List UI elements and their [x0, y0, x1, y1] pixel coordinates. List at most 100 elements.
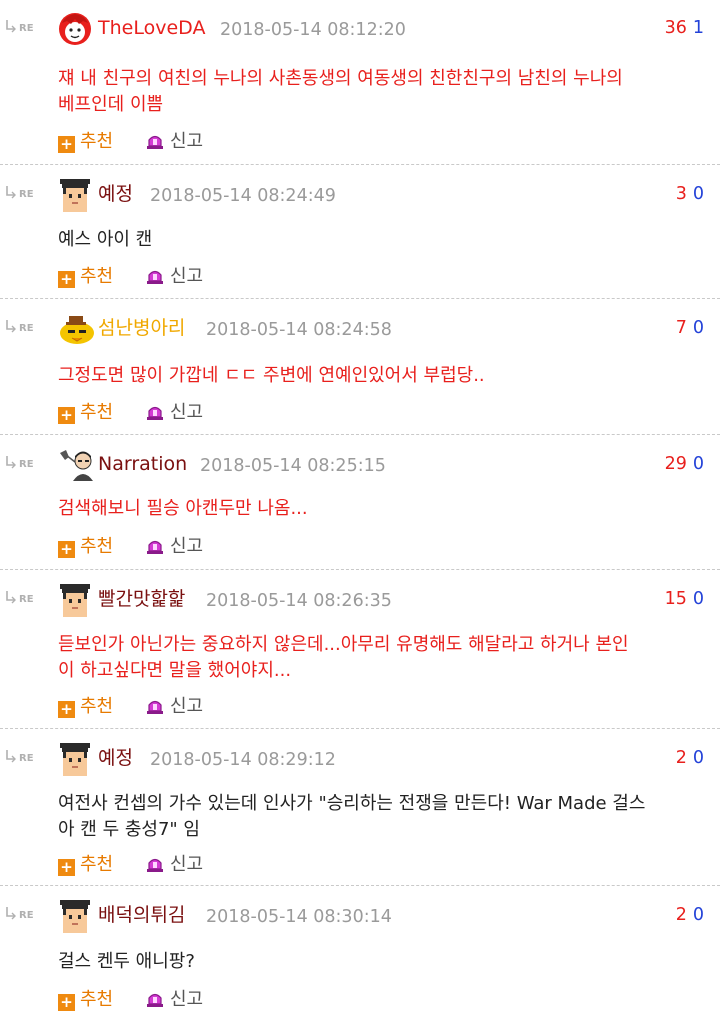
comment-body: 그정도면 많이 가깝네 ㄷㄷ 주변에 연예인있어서 부럽당..	[58, 365, 485, 386]
vote-score: 30	[676, 181, 704, 207]
plus-icon: +	[58, 994, 75, 1011]
report-label: 신고	[170, 536, 204, 557]
report-label: 신고	[170, 131, 204, 152]
report-button[interactable]: 신고	[146, 130, 203, 154]
report-label: 신고	[170, 402, 204, 423]
upvote-count: 2	[675, 748, 687, 768]
comment-item: RE Narration 2018-05-14 08:25:15 29 0 검색해…	[0, 436, 720, 570]
siren-icon	[146, 855, 164, 873]
downvote-count: 0	[692, 589, 704, 609]
comment-body: 쟤 내 친구의 여친의 누나의 사촌동생의 여동생의 친한친구의 남친의 누나의…	[58, 68, 623, 115]
siren-icon	[146, 267, 164, 285]
reply-arrow-icon: RE	[5, 318, 39, 334]
recommend-button[interactable]: + 추천	[58, 130, 113, 154]
comment-date: 2018-05-14 08:24:58	[206, 320, 392, 340]
recommend-label: 추천	[80, 402, 114, 423]
comment-author[interactable]: 예정	[98, 181, 133, 207]
report-button[interactable]: 신고	[146, 853, 203, 877]
siren-icon	[146, 132, 164, 150]
comment-body: 듣보인가 아닌가는 중요하지 않은데...아무리 유명해도 해달라고 하거나 본…	[58, 634, 629, 681]
comment-list: RE TheLoveDA 2018-05-14 08:12:20 36 1 쟤 내…	[0, 0, 720, 1017]
reply-arrow-icon: RE	[5, 589, 39, 605]
recommend-label: 추천	[80, 989, 114, 1010]
siren-icon	[146, 990, 164, 1008]
recommend-label: 추천	[80, 854, 114, 875]
svg-text:RE: RE	[19, 459, 34, 469]
comment-item: RE 예정 2018-05-14 08:29:12 20 여전사 컨셉의 가수 …	[0, 730, 720, 886]
avatar-icon[interactable]	[57, 582, 93, 618]
upvote-count: 29	[664, 454, 687, 474]
avatar-icon[interactable]	[57, 311, 94, 347]
reply-arrow-icon: RE	[5, 184, 39, 200]
report-label: 신고	[170, 854, 204, 875]
svg-text:RE: RE	[19, 753, 34, 763]
reply-arrow-icon: RE	[5, 18, 39, 34]
comment-item: RE 빨간맛핥핥 2018-05-14 08:26:35 15 0 듣보인가 아닌…	[0, 571, 720, 729]
comment-author[interactable]: 섬난병아리	[98, 315, 185, 341]
plus-icon: +	[58, 701, 75, 718]
recommend-label: 추천	[80, 131, 114, 152]
report-button[interactable]: 신고	[146, 695, 203, 719]
comment-body: 검색해보니 필승 아캔두만 나옴...	[58, 498, 308, 519]
comment-date: 2018-05-14 08:26:35	[206, 591, 392, 611]
vote-score: 20	[676, 745, 704, 771]
vote-score: 15 0	[665, 586, 704, 612]
downvote-count: 1	[692, 18, 704, 38]
siren-icon	[146, 697, 164, 715]
recommend-button[interactable]: + 추천	[58, 988, 113, 1012]
recommend-button[interactable]: + 추천	[58, 265, 113, 289]
comment-author[interactable]: 배덕의튀김	[98, 902, 185, 928]
reply-arrow-icon: RE	[5, 905, 39, 921]
upvote-count: 3	[675, 184, 687, 204]
downvote-count: 0	[692, 905, 704, 925]
comment-author[interactable]: 예정	[98, 745, 133, 771]
report-button[interactable]: 신고	[146, 535, 203, 559]
plus-icon: +	[58, 407, 75, 424]
comment-body: 걸스 켄두 애니팡?	[58, 951, 195, 972]
comment-date: 2018-05-14 08:24:49	[150, 186, 336, 206]
vote-score: 70	[676, 315, 704, 341]
reply-arrow-icon: RE	[5, 454, 39, 470]
vote-score: 29 0	[665, 451, 704, 477]
upvote-count: 2	[675, 905, 687, 925]
avatar-icon[interactable]	[57, 11, 93, 47]
siren-icon	[146, 537, 164, 555]
comment-body: 예스 아이 캔	[58, 229, 153, 250]
comment-date: 2018-05-14 08:12:20	[220, 20, 406, 40]
report-label: 신고	[170, 266, 204, 287]
report-label: 신고	[170, 696, 204, 717]
recommend-label: 추천	[80, 696, 114, 717]
downvote-count: 0	[692, 454, 704, 474]
avatar-icon[interactable]	[57, 177, 93, 213]
vote-score: 36 1	[665, 15, 704, 41]
recommend-label: 추천	[80, 266, 114, 287]
comment-item: RE TheLoveDA 2018-05-14 08:12:20 36 1 쟤 내…	[0, 0, 720, 165]
comment-date: 2018-05-14 08:29:12	[150, 750, 336, 770]
siren-icon	[146, 403, 164, 421]
vote-score: 20	[676, 902, 704, 928]
plus-icon: +	[58, 859, 75, 876]
report-button[interactable]: 신고	[146, 265, 203, 289]
recommend-button[interactable]: + 추천	[58, 695, 113, 719]
avatar-icon[interactable]	[57, 447, 93, 483]
downvote-count: 0	[692, 748, 704, 768]
comment-author[interactable]: 빨간맛핥핥	[98, 586, 185, 612]
recommend-button[interactable]: + 추천	[58, 853, 113, 877]
report-button[interactable]: 신고	[146, 988, 203, 1012]
downvote-count: 0	[692, 318, 704, 338]
report-button[interactable]: 신고	[146, 401, 203, 425]
avatar-icon[interactable]	[57, 898, 93, 934]
svg-text:RE: RE	[19, 594, 34, 604]
comment-author[interactable]: TheLoveDA	[98, 15, 205, 41]
recommend-button[interactable]: + 추천	[58, 401, 113, 425]
plus-icon: +	[58, 541, 75, 558]
svg-text:RE: RE	[19, 323, 34, 333]
comment-item: RE 예정 2018-05-14 08:24:49 30 예스 아이 캔 + 추천…	[0, 166, 720, 299]
avatar-icon[interactable]	[57, 741, 93, 777]
upvote-count: 7	[675, 318, 687, 338]
comment-author[interactable]: Narration	[98, 451, 187, 477]
comment-item: RE 배덕의튀김 2018-05-14 08:30:14 20 걸스 켄두 애니…	[0, 887, 720, 1017]
svg-text:RE: RE	[19, 910, 34, 920]
comment-date: 2018-05-14 08:30:14	[206, 907, 392, 927]
recommend-button[interactable]: + 추천	[58, 535, 113, 559]
